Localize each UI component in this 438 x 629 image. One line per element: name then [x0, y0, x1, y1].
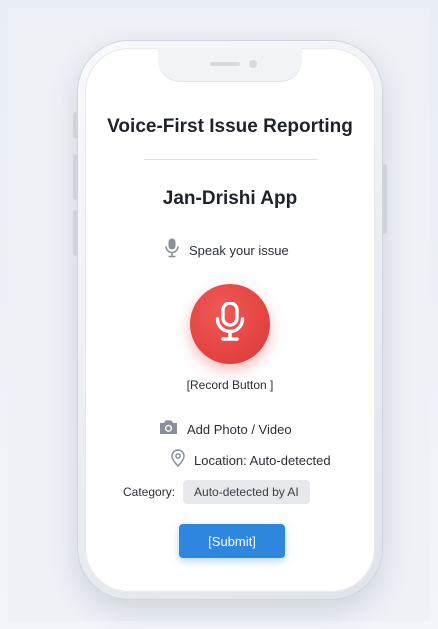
category-field: Category: Auto-detected by AI [123, 479, 310, 505]
front-camera [249, 60, 257, 68]
phone-notch [158, 48, 302, 82]
record-button[interactable] [190, 284, 270, 364]
submit-button[interactable]: [Submit] [179, 524, 285, 558]
earpiece-speaker [210, 62, 240, 66]
phone-screen: Voice-First Issue Reporting Jan-Drishi A… [85, 48, 375, 592]
camera-icon [159, 419, 178, 440]
title-divider [144, 159, 318, 160]
app-name: Jan-Drishi App [162, 188, 298, 209]
add-photo-video-label: Add Photo / Video [187, 421, 292, 437]
page-title: Voice-First Issue Reporting [107, 116, 353, 137]
phone-side-button [73, 210, 78, 256]
phone-power-button [382, 164, 387, 234]
category-value[interactable]: Auto-detected by AI [183, 480, 310, 504]
category-label: Category: [123, 485, 176, 499]
phone-side-button [73, 112, 78, 138]
phone-frame: Voice-First Issue Reporting Jan-Drishi A… [73, 40, 387, 600]
phone-side-button [73, 154, 78, 200]
location-pin-icon [171, 448, 185, 472]
speak-prompt: Speak your issue [165, 238, 289, 262]
speak-prompt-label: Speak your issue [189, 242, 289, 258]
microphone-icon [215, 300, 245, 347]
location-label: Location: Auto-detected [194, 452, 331, 468]
location-status: Location: Auto-detected [171, 448, 331, 472]
microphone-icon [165, 238, 179, 263]
add-photo-video-button[interactable]: Add Photo / Video [159, 417, 292, 441]
record-button-caption: [Record Button ] [186, 378, 274, 392]
